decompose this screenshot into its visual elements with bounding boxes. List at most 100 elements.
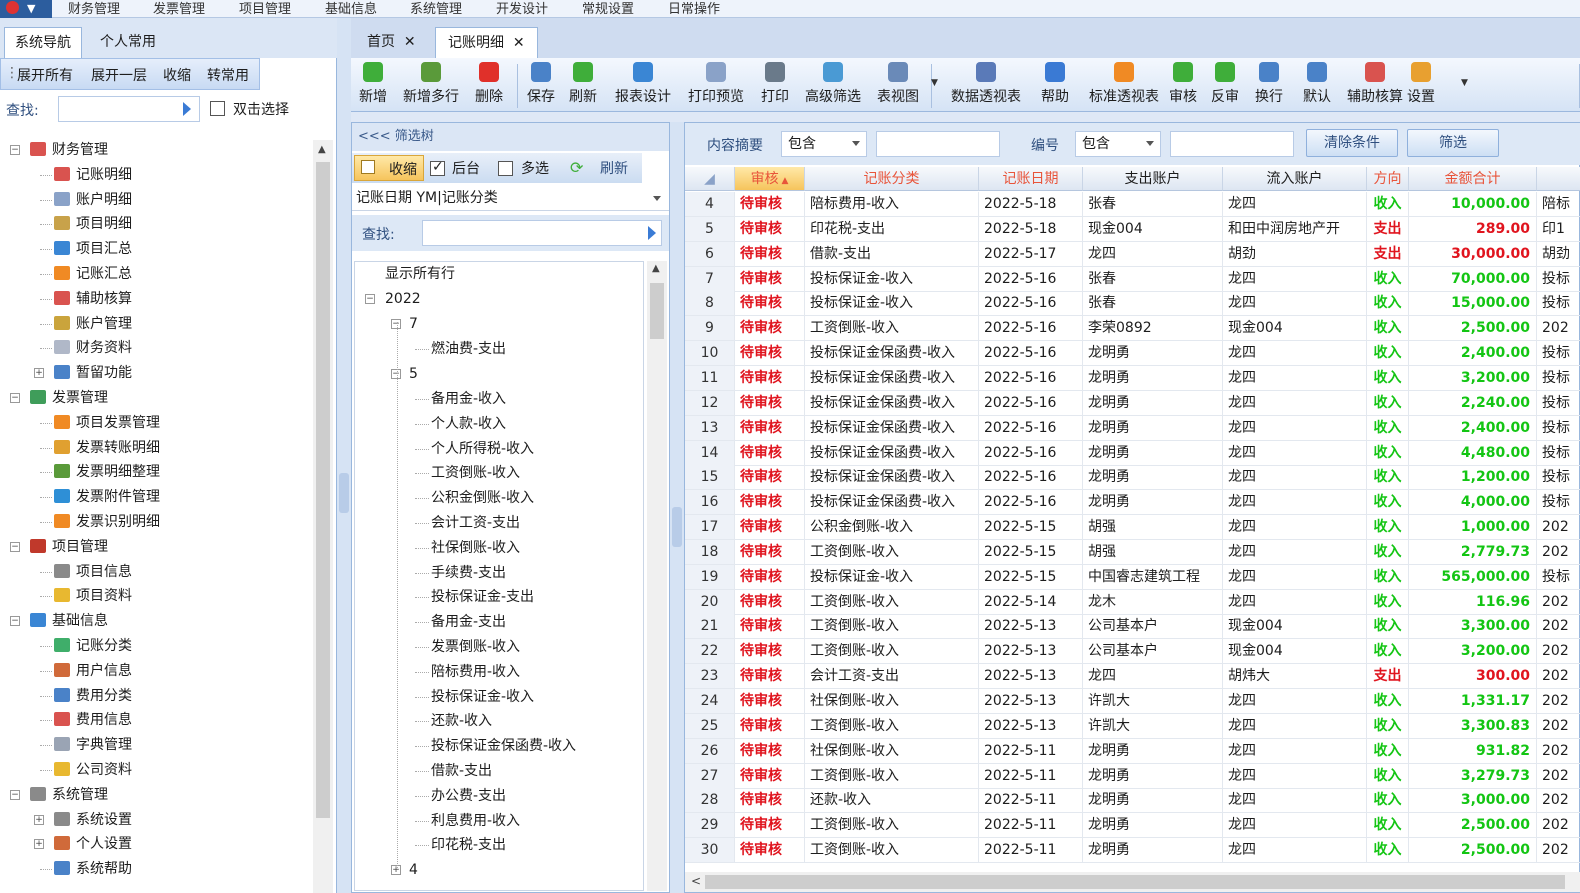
filter-splitter[interactable] (670, 122, 684, 893)
extra-cell[interactable]: 投标 (1537, 565, 1580, 590)
status-cell[interactable]: 待审核 (735, 515, 805, 541)
extra-cell[interactable]: 202 (1537, 739, 1580, 764)
row-number[interactable]: 23 (685, 664, 735, 690)
category-cell[interactable]: 工资倒账-收入 (805, 838, 979, 864)
nav-item[interactable]: 系统帮助 (54, 857, 132, 881)
date-cell[interactable]: 2022-5-16 (979, 316, 1083, 342)
nav-item[interactable]: 账户明细 (54, 188, 132, 212)
in-account-cell[interactable]: 龙四 (1223, 763, 1367, 789)
nav-item[interactable]: 发票转账明细 (54, 436, 160, 460)
in-account-cell[interactable]: 龙四 (1223, 490, 1367, 516)
status-cell[interactable]: 待审核 (735, 241, 805, 267)
amount-cell[interactable]: 4,480.00 (1409, 440, 1537, 466)
collapse-filter-button[interactable]: 收缩 (354, 155, 424, 181)
toolbar-button[interactable]: 刷新 (569, 62, 597, 106)
table-row[interactable]: 7 待审核 投标保证金-收入 2022-5-16 张春 龙四 收入 70,000.00 投标 (685, 266, 1580, 292)
in-account-cell[interactable]: 龙四 (1223, 365, 1367, 391)
out-account-cell[interactable]: 公司基本户 (1083, 614, 1223, 640)
in-account-cell[interactable]: 龙四 (1223, 192, 1367, 217)
toolbar-button[interactable]: 打印 (761, 62, 789, 106)
amount-cell[interactable]: 10,000.00 (1409, 192, 1537, 217)
nav-item[interactable]: 项目发票管理 (54, 411, 160, 435)
row-number-header[interactable]: ◢ (685, 167, 735, 191)
row-number[interactable]: 27 (685, 763, 735, 789)
out-account-cell[interactable]: 龙明勇 (1083, 490, 1223, 516)
out-account-cell[interactable]: 公司基本户 (1083, 639, 1223, 665)
extra-cell[interactable]: 202 (1537, 639, 1580, 665)
row-number[interactable]: 16 (685, 490, 735, 516)
tab-personal[interactable]: 个人常用 (90, 27, 166, 58)
toolbar-button[interactable]: 帮助 (1041, 62, 1069, 106)
nav-item[interactable]: 字典管理 (54, 733, 132, 757)
table-row[interactable]: 10 待审核 投标保证金保函费-收入 2022-5-16 龙明勇 龙四 收入 2,400.00… (685, 341, 1580, 367)
nav-item[interactable]: 系统管理 (30, 783, 108, 807)
in-account-cell[interactable]: 龙四 (1223, 440, 1367, 466)
row-number[interactable]: 13 (685, 415, 735, 441)
amount-cell[interactable]: 3,279.73 (1409, 763, 1537, 789)
extra-cell[interactable]: 印1 (1537, 217, 1580, 242)
nav-item[interactable]: 发票管理 (30, 386, 108, 410)
table-row[interactable]: 14 待审核 投标保证金保函费-收入 2022-5-16 龙明勇 龙四 收入 4,480.00… (685, 440, 1580, 466)
in-account-cell[interactable]: 龙四 (1223, 465, 1367, 491)
amount-cell[interactable]: 2,500.00 (1409, 838, 1537, 864)
table-row[interactable]: 25 待审核 工资倒账-收入 2022-5-13 许凯大 龙四 收入 3,300.83 202 (685, 713, 1580, 739)
table-row[interactable]: 11 待审核 投标保证金保函费-收入 2022-5-16 龙明勇 龙四 收入 3,200.00… (685, 365, 1580, 391)
out-account-cell[interactable]: 龙明勇 (1083, 838, 1223, 864)
row-number[interactable]: 4 (685, 192, 735, 217)
direction-cell[interactable]: 收入 (1367, 838, 1409, 864)
status-cell[interactable]: 待审核 (735, 192, 805, 217)
dbl-select-checkbox[interactable] (210, 101, 225, 116)
in-account-cell[interactable]: 龙四 (1223, 390, 1367, 416)
out-account-cell[interactable]: 李荣0892 (1083, 316, 1223, 342)
refresh-icon[interactable]: ⟳ (570, 158, 583, 177)
row-number[interactable]: 11 (685, 365, 735, 391)
expand-node-icon[interactable]: + (391, 865, 401, 876)
category-item[interactable]: 办公费-支出 (431, 784, 506, 808)
row-number[interactable]: 24 (685, 689, 735, 714)
amount-cell[interactable]: 3,200.00 (1409, 639, 1537, 665)
category-cell[interactable]: 借款-支出 (805, 241, 979, 267)
toolbar-button[interactable]: 审核 (1169, 62, 1197, 106)
table-row[interactable]: 9 待审核 工资倒账-收入 2022-5-16 李荣0892 现金004 收入 2,500.0… (685, 316, 1580, 342)
extra-cell[interactable]: 投标 (1537, 267, 1580, 292)
status-cell[interactable]: 待审核 (735, 291, 805, 317)
category-cell[interactable]: 投标保证金保函费-收入 (805, 465, 979, 491)
extra-cell[interactable]: 投标 (1537, 366, 1580, 391)
left-splitter[interactable] (337, 18, 351, 893)
table-row[interactable]: 5 待审核 印花税-支出 2022-5-18 现金004 和田中润房地产开 支出 289.00… (685, 216, 1580, 242)
grid-horizontal-scrollbar[interactable]: < (685, 872, 1580, 892)
table-row[interactable]: 28 待审核 还款-收入 2022-5-11 龙明勇 龙四 收入 3,000.00 202 (685, 788, 1580, 814)
menu-basic-info[interactable]: 基础信息 (325, 0, 377, 17)
backend-checkbox[interactable] (430, 159, 445, 176)
out-account-cell[interactable]: 龙四 (1083, 241, 1223, 267)
out-account-cell[interactable]: 龙明勇 (1083, 763, 1223, 789)
in-account-cell[interactable]: 龙四 (1223, 689, 1367, 714)
close-icon[interactable]: ✕ (404, 34, 416, 50)
category-cell[interactable]: 投标保证金保函费-收入 (805, 390, 979, 416)
menu-system[interactable]: 系统管理 (410, 0, 462, 17)
category-cell[interactable]: 工资倒账-收入 (805, 639, 979, 665)
table-row[interactable]: 17 待审核 公积金倒账-收入 2022-5-15 胡强 龙四 收入 1,000.00 202 (685, 515, 1580, 541)
amount-cell[interactable]: 30,000.00 (1409, 241, 1537, 267)
table-row[interactable]: 19 待审核 投标保证金-收入 2022-5-15 中国睿志建筑工程 龙四 收入 565,00… (685, 564, 1580, 590)
status-cell[interactable]: 待审核 (735, 813, 805, 839)
collapse-node-icon[interactable]: − (10, 789, 20, 800)
menu-finance[interactable]: 财务管理 (68, 0, 120, 17)
toolbar-button[interactable]: 默认 (1303, 62, 1331, 106)
nav-item[interactable]: 系统设置 (54, 808, 132, 832)
search-go-icon[interactable] (183, 102, 191, 116)
status-cell[interactable]: 待审核 (735, 838, 805, 864)
collapse-node-icon[interactable]: − (391, 369, 401, 379)
direction-cell[interactable]: 支出 (1367, 216, 1409, 242)
direction-cell[interactable]: 收入 (1367, 341, 1409, 367)
out-account-cell[interactable]: 龙明勇 (1083, 465, 1223, 491)
nav-item[interactable]: 财务资料 (54, 336, 132, 360)
amount-cell[interactable]: 2,500.00 (1409, 813, 1537, 839)
table-row[interactable]: 23 待审核 会计工资-支出 2022-5-13 龙四 胡炜大 支出 300.00 202 (685, 664, 1580, 690)
amount-cell[interactable]: 70,000.00 (1409, 266, 1537, 292)
toolbar-button[interactable]: 表视图 (877, 62, 919, 106)
extra-cell[interactable]: 投标 (1537, 490, 1580, 516)
grouping-select[interactable]: 记账日期 YM|记账分类 (352, 185, 669, 211)
category-cell[interactable]: 投标保证金-收入 (805, 564, 979, 590)
collapse-node-icon[interactable]: − (10, 393, 20, 403)
